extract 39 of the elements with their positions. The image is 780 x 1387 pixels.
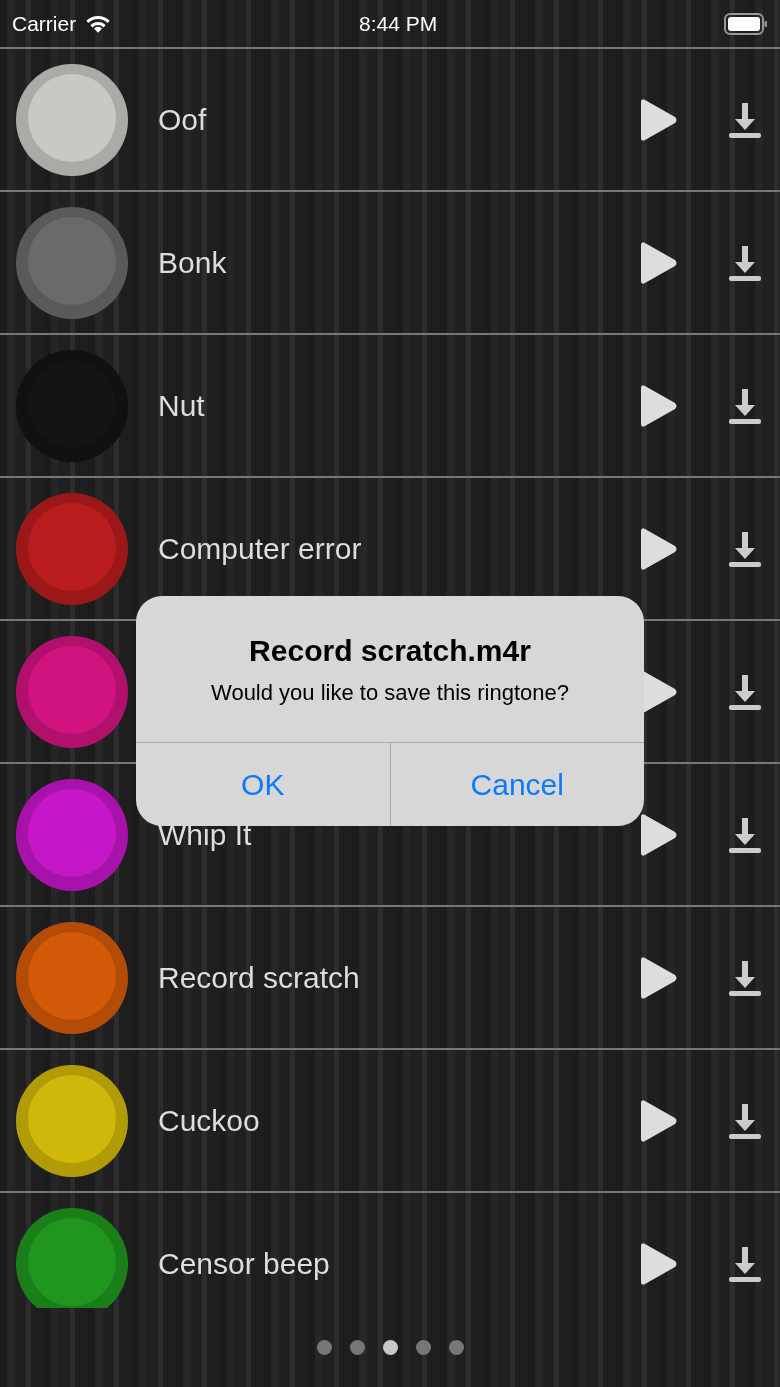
cancel-button[interactable]: Cancel [389, 743, 644, 826]
play-icon[interactable] [638, 97, 678, 142]
download-icon[interactable] [728, 529, 762, 568]
sound-name: Censor beep [158, 1246, 331, 1281]
sound-name: Computer error [158, 531, 363, 566]
page-dot[interactable] [382, 1340, 398, 1355]
download-icon[interactable] [728, 243, 762, 282]
play-icon[interactable] [638, 1098, 678, 1143]
sound-button-icon[interactable] [15, 1206, 129, 1308]
sound-button-icon[interactable] [15, 1063, 129, 1178]
sound-name: Cuckoo [158, 1103, 261, 1138]
play-icon[interactable] [638, 526, 678, 571]
page-dot[interactable] [316, 1340, 332, 1355]
carrier-label: Carrier [12, 11, 77, 36]
download-icon[interactable] [728, 1244, 762, 1283]
page-dot[interactable] [448, 1340, 464, 1355]
play-icon[interactable] [638, 955, 678, 1000]
play-icon[interactable] [638, 383, 678, 428]
download-icon[interactable] [728, 1101, 762, 1140]
battery-icon [724, 12, 768, 35]
clock-time: 8:44 PM [358, 11, 439, 36]
play-icon[interactable] [638, 1241, 678, 1286]
download-icon[interactable] [728, 100, 762, 139]
play-icon[interactable] [638, 240, 678, 285]
sound-name: Bonk [158, 245, 228, 280]
page-dot[interactable] [349, 1340, 365, 1355]
sound-name: Record scratch [158, 960, 361, 995]
alert-title: Record scratch.m4r [248, 634, 532, 668]
sound-button-icon[interactable] [15, 920, 129, 1035]
sound-button-icon[interactable] [15, 62, 129, 177]
play-icon[interactable] [638, 812, 678, 857]
alert-message: Would you like to save this ringtone? [210, 680, 570, 706]
sound-name: Nut [158, 388, 206, 423]
sound-name: Oof [158, 102, 208, 137]
download-icon[interactable] [728, 958, 762, 997]
download-icon[interactable] [728, 815, 762, 854]
page-dot[interactable] [415, 1340, 431, 1355]
download-icon[interactable] [728, 672, 762, 711]
download-icon[interactable] [728, 386, 762, 425]
